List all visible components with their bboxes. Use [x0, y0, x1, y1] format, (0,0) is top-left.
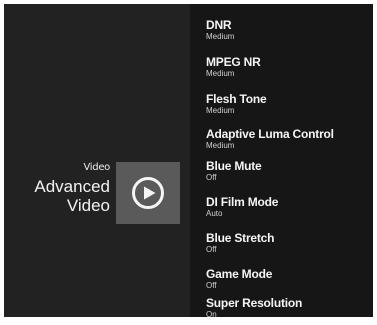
setting-value: Off: [206, 281, 217, 290]
category-panel: Video Advanced Video: [4, 4, 190, 317]
setting-dnr[interactable]: DNR Medium: [206, 18, 371, 46]
setting-name: MPEG NR: [206, 55, 261, 69]
setting-flesh-tone[interactable]: Flesh Tone Medium: [206, 92, 371, 120]
setting-name: DI Film Mode: [206, 195, 279, 209]
setting-value: Medium: [206, 106, 235, 115]
setting-name: Blue Mute: [206, 159, 262, 173]
setting-value: Off: [206, 173, 217, 182]
setting-value: Medium: [206, 32, 235, 41]
setting-name: Flesh Tone: [206, 92, 267, 106]
setting-blue-mute[interactable]: Blue Mute Off: [206, 159, 371, 187]
tv-settings-screen: Video Advanced Video DNR Medium MPEG NR …: [4, 4, 373, 317]
setting-mpeg-nr[interactable]: MPEG NR Medium: [206, 55, 371, 83]
setting-super-resolution[interactable]: Super Resolution On: [206, 296, 371, 317]
play-circle-icon: [132, 177, 164, 209]
setting-value: Off: [206, 245, 217, 254]
setting-value: Medium: [206, 141, 235, 150]
breadcrumb: Video: [83, 162, 110, 173]
setting-di-film-mode[interactable]: DI Film Mode Auto: [206, 195, 371, 223]
setting-value: Medium: [206, 69, 235, 78]
advanced-video-tile: [116, 162, 180, 224]
setting-name: Adaptive Luma Control: [206, 127, 334, 141]
setting-blue-stretch[interactable]: Blue Stretch Off: [206, 231, 371, 259]
setting-name: Super Resolution: [206, 296, 303, 310]
setting-value: Auto: [206, 209, 223, 218]
setting-name: Blue Stretch: [206, 231, 275, 245]
setting-game-mode[interactable]: Game Mode Off: [206, 267, 371, 295]
page-title: Advanced Video: [34, 177, 110, 215]
setting-name: Game Mode: [206, 267, 273, 281]
setting-name: DNR: [206, 18, 232, 32]
setting-adaptive-luma-control[interactable]: Adaptive Luma Control Medium: [206, 127, 371, 155]
setting-value: On: [206, 310, 217, 317]
